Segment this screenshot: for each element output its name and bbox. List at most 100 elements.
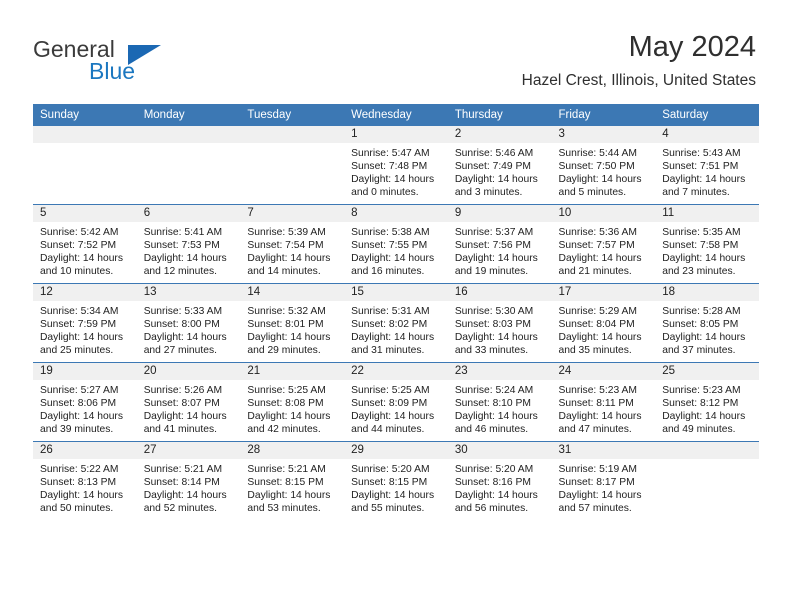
day-cell[interactable]: 5 Sunrise: 5:42 AM Sunset: 7:52 PM Dayli…	[33, 204, 137, 284]
day-number: 18	[655, 284, 759, 301]
page-title: May 2024	[628, 31, 756, 63]
sunrise-text: Sunrise: 5:38 AM	[351, 227, 430, 238]
day-number: 11	[655, 205, 759, 222]
day-cell[interactable]	[136, 126, 241, 205]
day-number: 31	[551, 442, 656, 459]
day-number: 14	[240, 284, 345, 301]
day-cell[interactable]: 13 Sunrise: 5:33 AM Sunset: 8:00 PM Dayl…	[136, 283, 241, 363]
sunset-text: Sunset: 7:53 PM	[143, 240, 220, 252]
daylight-text: Daylight: 14 hours and 41 minutes.	[143, 411, 227, 436]
daylight-text: Daylight: 14 hours and 35 minutes.	[558, 332, 642, 357]
day-cell[interactable]	[33, 126, 137, 205]
daylight-text: Daylight: 14 hours and 57 minutes.	[558, 490, 642, 515]
day-cell[interactable]: 3 Sunrise: 5:44 AM Sunset: 7:50 PM Dayli…	[551, 126, 656, 205]
daylight-text: Daylight: 14 hours and 3 minutes.	[454, 174, 538, 199]
day-cell[interactable]: 17 Sunrise: 5:29 AM Sunset: 8:04 PM Dayl…	[551, 283, 656, 363]
day-cell[interactable]: 7 Sunrise: 5:39 AM Sunset: 7:54 PM Dayli…	[240, 204, 345, 284]
sunset-text: Sunset: 8:17 PM	[558, 477, 635, 489]
day-cell[interactable]: 6 Sunrise: 5:41 AM Sunset: 7:53 PM Dayli…	[136, 204, 241, 284]
day-number: 10	[551, 205, 656, 222]
daylight-text: Daylight: 14 hours and 47 minutes.	[558, 411, 642, 436]
day-details: Sunrise: 5:30 AM Sunset: 8:03 PM Dayligh…	[448, 301, 552, 357]
day-cell[interactable]: 4 Sunrise: 5:43 AM Sunset: 7:51 PM Dayli…	[655, 126, 759, 205]
daylight-text: Daylight: 14 hours and 5 minutes.	[558, 174, 642, 199]
daylight-text: Daylight: 14 hours and 10 minutes.	[40, 253, 123, 278]
sunrise-text: Sunrise: 5:22 AM	[40, 464, 119, 475]
weekday-header-thursday: Thursday	[447, 104, 552, 126]
title-block: May 2024 Hazel Crest, Illinois, United S…	[522, 30, 756, 90]
day-number: 19	[33, 363, 137, 380]
day-details: Sunrise: 5:47 AM Sunset: 7:48 PM Dayligh…	[344, 143, 448, 199]
sunset-text: Sunset: 8:15 PM	[247, 477, 324, 489]
general-blue-logo[interactable]: General Blue	[33, 36, 213, 92]
day-cell[interactable]: 2 Sunrise: 5:46 AM Sunset: 7:49 PM Dayli…	[447, 126, 552, 205]
logo-text-blue: Blue	[89, 58, 136, 84]
daylight-text: Daylight: 14 hours and 50 minutes.	[40, 490, 123, 515]
day-details: Sunrise: 5:25 AM Sunset: 8:08 PM Dayligh…	[240, 380, 344, 436]
day-cell[interactable]: 26 Sunrise: 5:22 AM Sunset: 8:13 PM Dayl…	[33, 441, 137, 520]
sunrise-text: Sunrise: 5:24 AM	[454, 385, 534, 396]
day-cell[interactable]: 31 Sunrise: 5:19 AM Sunset: 8:17 PM Dayl…	[551, 441, 656, 520]
calendar-grid: Sunday Monday Tuesday Wednesday Thursday…	[33, 104, 759, 520]
day-cell[interactable]: 23 Sunrise: 5:24 AM Sunset: 8:10 PM Dayl…	[447, 362, 552, 442]
day-cell[interactable]: 18 Sunrise: 5:28 AM Sunset: 8:05 PM Dayl…	[655, 283, 759, 363]
day-cell[interactable]	[240, 126, 345, 205]
weekday-header-wednesday: Wednesday	[344, 104, 448, 126]
calendar-page: General Blue May 2024 Hazel Crest, Illin…	[0, 0, 792, 612]
day-cell[interactable]: 22 Sunrise: 5:25 AM Sunset: 8:09 PM Dayl…	[344, 362, 448, 442]
sunset-text: Sunset: 7:59 PM	[40, 319, 117, 331]
day-cell[interactable]: 20 Sunrise: 5:26 AM Sunset: 8:07 PM Dayl…	[136, 362, 241, 442]
day-details: Sunrise: 5:39 AM Sunset: 7:54 PM Dayligh…	[240, 222, 344, 278]
day-details: Sunrise: 5:42 AM Sunset: 7:52 PM Dayligh…	[33, 222, 137, 278]
sunset-text: Sunset: 7:51 PM	[662, 161, 739, 173]
day-details: Sunrise: 5:28 AM Sunset: 8:05 PM Dayligh…	[655, 301, 759, 357]
daylight-text: Daylight: 14 hours and 46 minutes.	[454, 411, 538, 436]
day-number	[655, 442, 759, 459]
sunset-text: Sunset: 7:49 PM	[454, 161, 531, 173]
day-details: Sunrise: 5:32 AM Sunset: 8:01 PM Dayligh…	[240, 301, 344, 357]
day-cell[interactable]: 28 Sunrise: 5:21 AM Sunset: 8:15 PM Dayl…	[240, 441, 345, 520]
sunset-text: Sunset: 8:01 PM	[247, 319, 324, 331]
day-number: 13	[136, 284, 241, 301]
day-cell[interactable]: 30 Sunrise: 5:20 AM Sunset: 8:16 PM Dayl…	[447, 441, 552, 520]
day-number: 2	[447, 126, 552, 143]
day-cell[interactable]: 11 Sunrise: 5:35 AM Sunset: 7:58 PM Dayl…	[655, 204, 759, 284]
daylight-text: Daylight: 14 hours and 21 minutes.	[558, 253, 642, 278]
daylight-text: Daylight: 14 hours and 16 minutes.	[351, 253, 435, 278]
day-cell[interactable]: 29 Sunrise: 5:20 AM Sunset: 8:15 PM Dayl…	[344, 441, 448, 520]
day-cell[interactable]: 14 Sunrise: 5:32 AM Sunset: 8:01 PM Dayl…	[240, 283, 345, 363]
day-number: 20	[136, 363, 241, 380]
day-cell[interactable]: 1 Sunrise: 5:47 AM Sunset: 7:48 PM Dayli…	[344, 126, 448, 205]
calendar-header-row: Sunday Monday Tuesday Wednesday Thursday…	[33, 104, 759, 126]
day-number: 29	[344, 442, 448, 459]
day-details: Sunrise: 5:29 AM Sunset: 8:04 PM Dayligh…	[552, 301, 656, 357]
day-cell[interactable]: 10 Sunrise: 5:36 AM Sunset: 7:57 PM Dayl…	[551, 204, 656, 284]
sunset-text: Sunset: 7:55 PM	[351, 240, 428, 252]
sunset-text: Sunset: 8:05 PM	[662, 319, 739, 331]
day-cell[interactable]: 16 Sunrise: 5:30 AM Sunset: 8:03 PM Dayl…	[447, 283, 552, 363]
day-details: Sunrise: 5:21 AM Sunset: 8:15 PM Dayligh…	[240, 459, 344, 515]
day-cell[interactable]: 25 Sunrise: 5:23 AM Sunset: 8:12 PM Dayl…	[655, 362, 759, 442]
weekday-header-sunday: Sunday	[33, 104, 137, 126]
day-cell[interactable]: 12 Sunrise: 5:34 AM Sunset: 7:59 PM Dayl…	[33, 283, 137, 363]
day-cell[interactable]: 27 Sunrise: 5:21 AM Sunset: 8:14 PM Dayl…	[136, 441, 241, 520]
day-cell[interactable]: 9 Sunrise: 5:37 AM Sunset: 7:56 PM Dayli…	[447, 204, 552, 284]
day-cell[interactable]: 19 Sunrise: 5:27 AM Sunset: 8:06 PM Dayl…	[33, 362, 137, 442]
day-details: Sunrise: 5:27 AM Sunset: 8:06 PM Dayligh…	[33, 380, 137, 436]
sunrise-text: Sunrise: 5:34 AM	[40, 306, 119, 317]
day-cell[interactable]: 24 Sunrise: 5:23 AM Sunset: 8:11 PM Dayl…	[551, 362, 656, 442]
day-details: Sunrise: 5:20 AM Sunset: 8:16 PM Dayligh…	[448, 459, 552, 515]
sunrise-text: Sunrise: 5:46 AM	[454, 148, 534, 159]
day-number	[33, 126, 137, 143]
sunrise-text: Sunrise: 5:20 AM	[351, 464, 430, 475]
daylight-text: Daylight: 14 hours and 39 minutes.	[40, 411, 123, 436]
day-details: Sunrise: 5:38 AM Sunset: 7:55 PM Dayligh…	[344, 222, 448, 278]
sunset-text: Sunset: 7:54 PM	[247, 240, 324, 252]
day-cell[interactable]: 8 Sunrise: 5:38 AM Sunset: 7:55 PM Dayli…	[344, 204, 448, 284]
day-cell[interactable]: 21 Sunrise: 5:25 AM Sunset: 8:08 PM Dayl…	[240, 362, 345, 442]
sunrise-text: Sunrise: 5:21 AM	[247, 464, 326, 475]
day-cell[interactable]: 15 Sunrise: 5:31 AM Sunset: 8:02 PM Dayl…	[344, 283, 448, 363]
day-number: 8	[344, 205, 448, 222]
day-number: 3	[551, 126, 656, 143]
day-cell[interactable]	[655, 441, 759, 520]
